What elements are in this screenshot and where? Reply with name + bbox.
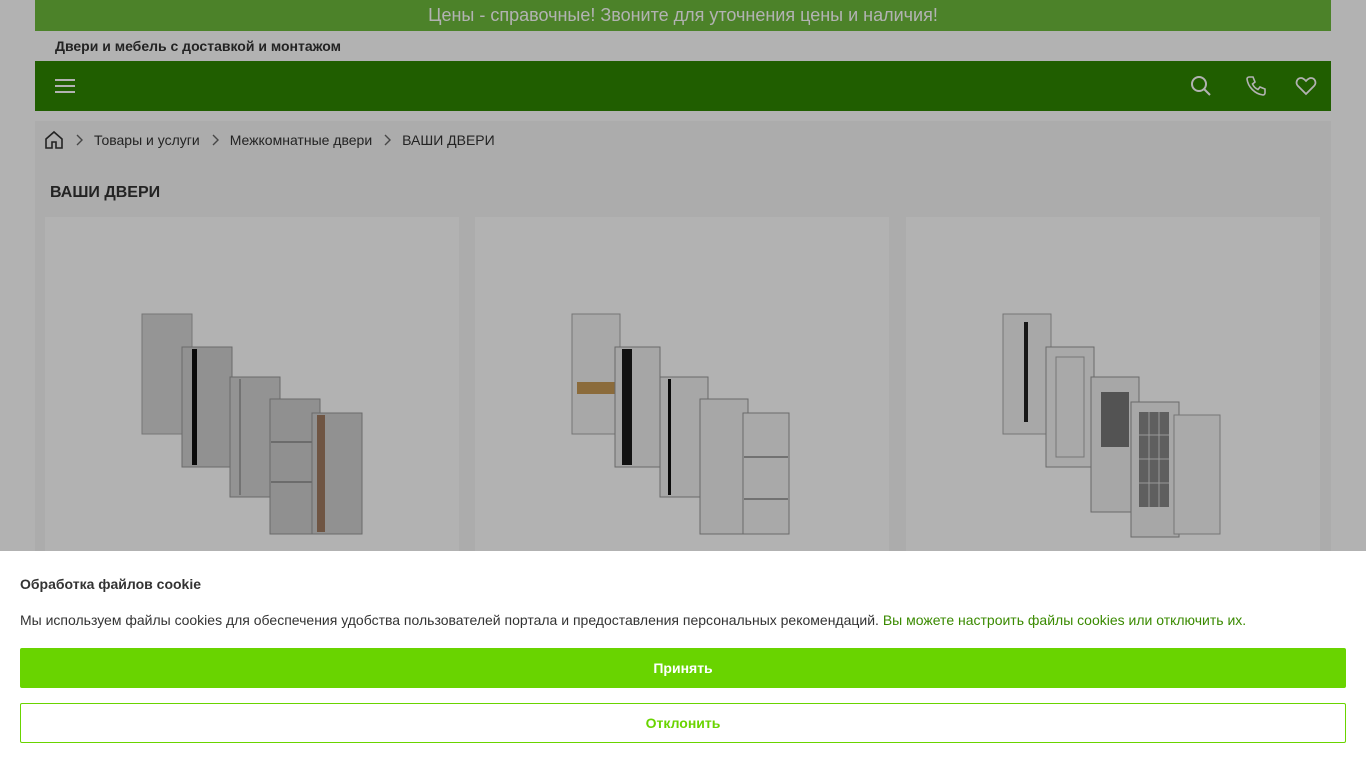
accept-button[interactable]: Принять bbox=[20, 648, 1346, 688]
decline-button[interactable]: Отклонить bbox=[20, 703, 1346, 743]
cookie-title: Обработка файлов cookie bbox=[20, 576, 202, 592]
cookie-banner: Обработка файлов cookie Мы используем фа… bbox=[0, 551, 1366, 768]
cookie-settings-link[interactable]: Вы можете настроить файлы cookies или от… bbox=[883, 612, 1246, 628]
cookie-text: Мы используем файлы cookies для обеспече… bbox=[20, 612, 1246, 628]
cookie-description: Мы используем файлы cookies для обеспече… bbox=[20, 612, 879, 628]
